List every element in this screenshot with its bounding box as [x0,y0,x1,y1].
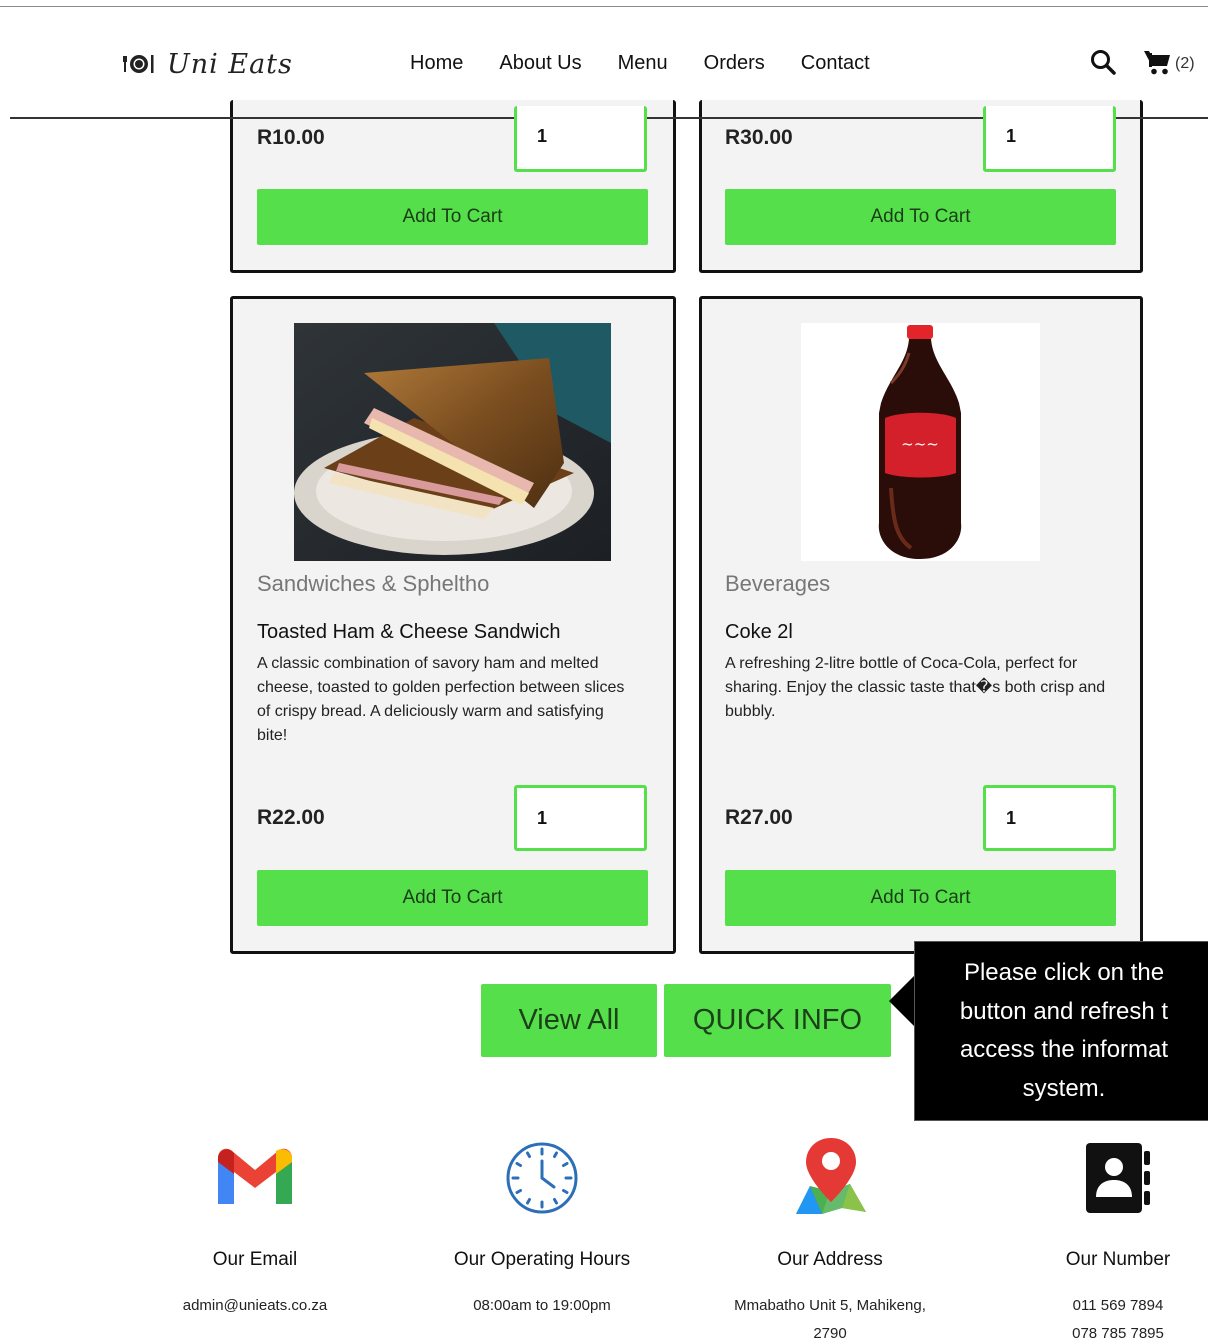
product-category: Sandwiches & Spheltho [257,571,490,596]
product-price: R27.00 [725,806,793,829]
quantity-input[interactable]: 1 [514,785,647,851]
nav-home[interactable]: Home [392,52,481,75]
footer-phone[interactable]: 078 785 7895 [968,1320,1208,1343]
tooltip-line: Please click on the [963,959,1165,986]
footer-title: Our Email [212,1249,298,1270]
footer-title: Our Number [1065,1249,1171,1270]
product-price: R30.00 [725,126,793,149]
footer-title: Our Operating Hours [453,1249,631,1270]
quick-info-tooltip: Please click on the button and refresh t… [914,941,1208,1121]
tooltip-line: access the informat [959,1036,1169,1063]
add-to-cart-button[interactable]: Add To Cart [257,870,648,926]
search-icon[interactable] [1090,49,1116,75]
footer-phone[interactable]: 011 569 7894 [968,1292,1208,1320]
tooltip-arrow [889,975,915,1027]
footer-hours: 08:00am to 19:00pm [473,1297,611,1314]
product-description: A refreshing 2-litre bottle of Coca-Cola… [725,655,1106,720]
sandwich-image-graphic [294,323,611,561]
nav-contact[interactable]: Contact [783,52,888,75]
sandwich-image [294,323,611,561]
quick-info-button[interactable]: QUICK INFO [664,984,891,1057]
product-price: R22.00 [257,806,325,829]
quantity-input[interactable]: 1 [983,106,1116,172]
add-to-cart-button[interactable]: Add To Cart [725,870,1116,926]
svg-text:~~~: ~~~ [901,435,939,453]
quantity-input[interactable]: 1 [514,106,647,172]
product-description: A classic combination of savory ham and … [257,655,625,744]
cart-button[interactable]: (2) [1143,48,1195,76]
clock-icon [506,1142,578,1214]
product-price: R10.00 [257,126,325,149]
coke-image: ~~~ [801,323,1040,561]
nav-about-us[interactable]: About Us [481,52,599,75]
footer-address-line: 2790 [813,1325,847,1342]
brand-name: Uni Eats [167,48,293,80]
cart-count: (2) [1175,55,1195,72]
footer-address-line: Mmabatho Unit 5, Mahikeng, [734,1297,926,1314]
nav-orders[interactable]: Orders [686,52,783,75]
footer-email[interactable]: admin@unieats.co.za [105,1292,405,1320]
cart-icon [1144,51,1170,75]
brand-logo[interactable]: Uni Eats [123,46,293,82]
view-all-button[interactable]: View All [481,984,657,1057]
product-category: Beverages [725,571,831,596]
quantity-input[interactable]: 1 [983,785,1116,851]
contact-book-icon [1086,1143,1150,1213]
coke-bottle-graphic: ~~~ [878,325,962,559]
gmail-icon [218,1148,292,1204]
plate-icon [123,55,154,73]
add-to-cart-button[interactable]: Add To Cart [257,189,648,245]
product-title: Coke 2l [725,621,793,643]
nav-menu[interactable]: Menu [600,52,686,75]
footer-title: Our Address [777,1249,883,1270]
main-nav: Home About Us Menu Orders Contact [392,46,888,80]
add-to-cart-button[interactable]: Add To Cart [725,189,1116,245]
tooltip-line: button and refresh t [959,997,1169,1025]
map-pin-icon [796,1138,866,1214]
product-title: Toasted Ham & Cheese Sandwich [257,621,561,643]
page: Uni Eats Home About Us Menu Orders Conta… [0,0,1208,1343]
tooltip-line: system. [1022,1074,1106,1102]
